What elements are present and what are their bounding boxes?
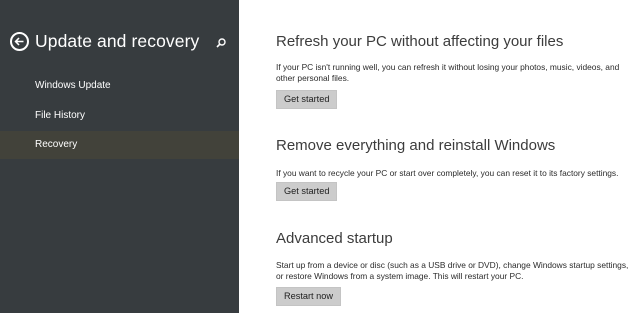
restart-now-button[interactable]: Restart now (276, 287, 342, 306)
reset-pc-title: Remove everything and reinstall Windows (276, 137, 556, 154)
refresh-pc-description: If your PC isn't running well, you can r… (276, 62, 620, 83)
reset-pc-description: If you want to recycle your PC or start … (276, 168, 619, 178)
main-content: Refresh your PC without affecting your f… (239, 0, 640, 313)
sidebar-item-label: Recovery (35, 139, 78, 150)
sidebar-item-file-history[interactable]: File History (0, 102, 239, 130)
sidebar-item-windows-update[interactable]: Windows Update (0, 72, 239, 100)
back-arrow-icon[interactable] (10, 32, 29, 51)
sidebar: Update and recovery Windows Update File … (0, 0, 239, 313)
sidebar-item-label: Windows Update (35, 80, 111, 91)
refresh-pc-title: Refresh your PC without affecting your f… (276, 33, 564, 50)
advanced-startup-description: Start up from a device or disc (such as … (276, 260, 629, 281)
refresh-get-started-button[interactable]: Get started (276, 90, 338, 109)
reset-get-started-button[interactable]: Get started (276, 182, 338, 201)
sidebar-item-label: File History (35, 110, 86, 121)
sidebar-item-recovery[interactable]: Recovery (0, 131, 239, 159)
advanced-startup-title: Advanced startup (276, 230, 393, 247)
page-title: Update and recovery (35, 31, 200, 51)
search-icon[interactable] (216, 35, 226, 53)
sidebar-header: Update and recovery (10, 31, 199, 52)
